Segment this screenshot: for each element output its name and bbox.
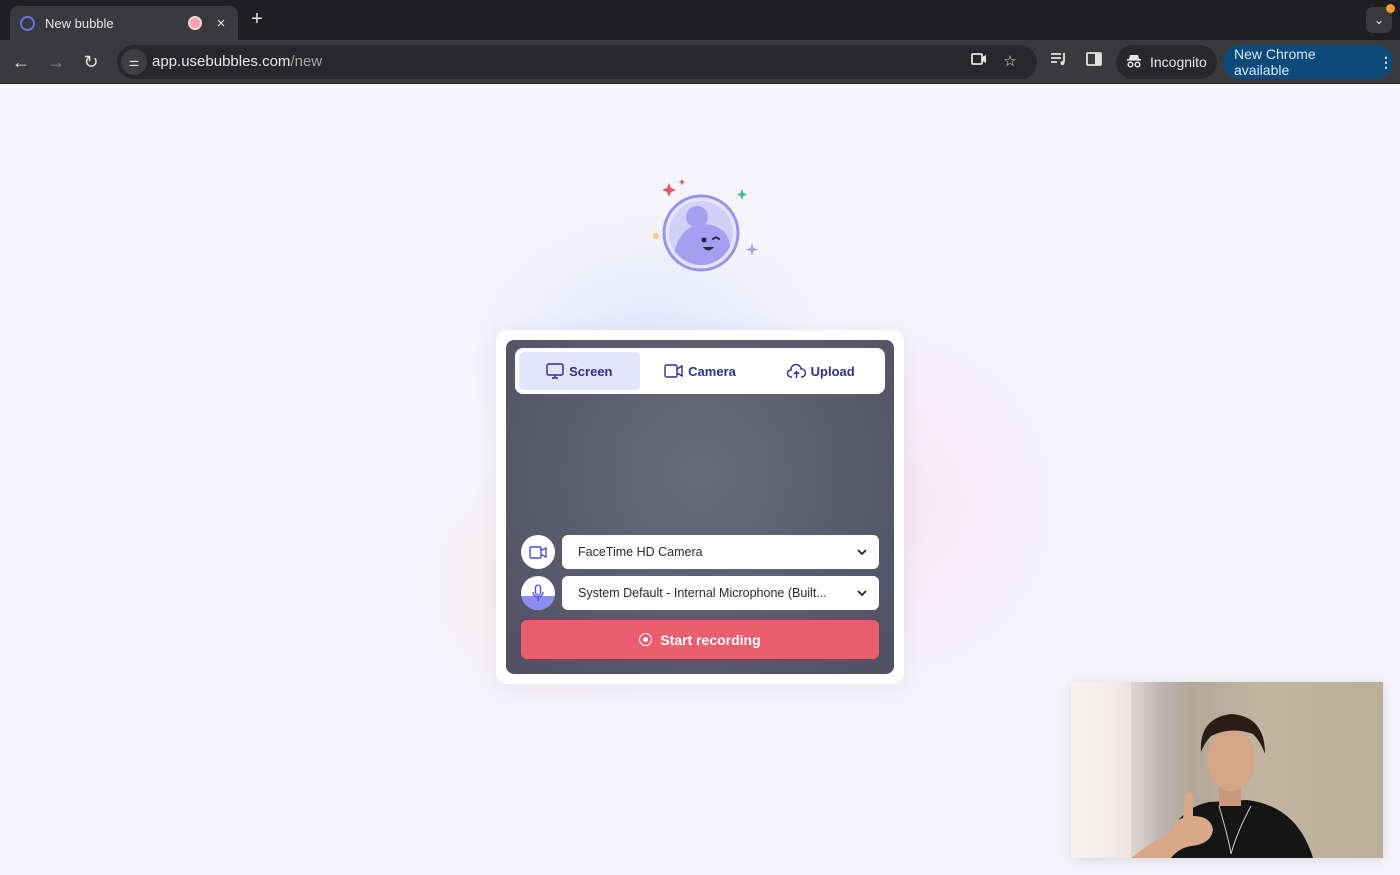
sparkle-icon	[746, 243, 758, 256]
monitor-icon	[546, 363, 564, 379]
incognito-label: Incognito	[1150, 54, 1207, 70]
chevron-down-icon	[857, 590, 867, 597]
update-label: New Chrome available	[1234, 46, 1316, 78]
video-camera-icon	[529, 545, 547, 559]
url-path: /new	[290, 53, 323, 70]
cloud-upload-icon	[786, 363, 806, 378]
start-recording-label: Start recording	[660, 631, 761, 648]
camera-select[interactable]: FaceTime HD Camera	[562, 535, 879, 569]
video-camera-icon	[664, 364, 683, 378]
dot-decoration	[653, 233, 659, 239]
microphone-icon	[532, 584, 544, 601]
side-panel-icon[interactable]	[1084, 52, 1104, 72]
start-recording-button[interactable]: Start recording	[521, 620, 879, 659]
more-menu-icon: ⋮	[1379, 53, 1393, 70]
recorder-card: Screen Camera Upload FaceTime HD Camera	[496, 330, 904, 684]
camera-in-use-icon[interactable]	[969, 52, 989, 72]
forward-button[interactable]: →	[44, 50, 68, 74]
webcam-person-image	[1071, 682, 1313, 858]
tab-camera[interactable]: Camera	[640, 352, 761, 390]
chevron-down-icon	[857, 549, 867, 556]
reload-button[interactable]: ↻	[79, 50, 103, 74]
media-controls-icon[interactable]	[1049, 52, 1069, 72]
url-text[interactable]: app.usebubbles.com/new	[152, 53, 322, 70]
bookmark-star-icon[interactable]: ☆	[1000, 52, 1020, 72]
browser-tab-strip: New bubble × + ⌄	[0, 0, 1400, 40]
microphone-toggle-button[interactable]	[521, 576, 555, 610]
tab-screen[interactable]: Screen	[519, 352, 640, 390]
incognito-indicator[interactable]: Incognito	[1116, 45, 1217, 79]
microphone-select-value: System Default - Internal Microphone (Bu…	[578, 586, 827, 600]
tab-title: New bubble	[45, 15, 114, 31]
sparkle-icon	[662, 183, 676, 197]
microphone-row: System Default - Internal Microphone (Bu…	[521, 576, 879, 610]
recording-indicator-icon	[188, 16, 202, 30]
address-bar[interactable]: ⚌ app.usebubbles.com/new ☆	[117, 45, 1037, 79]
site-info-icon[interactable]: ⚌	[121, 49, 147, 75]
bubbles-mascot-illustration	[653, 179, 758, 272]
new-tab-button[interactable]: +	[247, 8, 267, 30]
page-content: Screen Camera Upload FaceTime HD Camera	[0, 84, 1400, 875]
tab-screen-label: Screen	[569, 363, 613, 379]
back-button[interactable]: ←	[9, 50, 33, 74]
camera-row: FaceTime HD Camera	[521, 535, 879, 569]
tab-upload-label: Upload	[810, 363, 855, 379]
incognito-icon	[1126, 54, 1142, 71]
sparkle-icon	[737, 189, 747, 200]
sparkle-icon	[679, 179, 685, 185]
close-tab-icon[interactable]: ×	[212, 15, 230, 32]
chevron-down-icon: ⌄	[1373, 13, 1385, 27]
browser-toolbar: ← → ↻ ⚌ app.usebubbles.com/new ☆ Incogni…	[0, 40, 1400, 84]
microphone-select[interactable]: System Default - Internal Microphone (Bu…	[562, 576, 879, 610]
camera-toggle-button[interactable]	[521, 535, 555, 569]
new-chrome-available-button[interactable]: New Chrome available ⋮	[1223, 45, 1393, 79]
webcam-preview[interactable]	[1071, 682, 1383, 858]
camera-select-value: FaceTime HD Camera	[578, 545, 703, 559]
bubbles-favicon-icon	[20, 15, 35, 31]
url-host: app.usebubbles.com	[152, 53, 291, 70]
mode-tabs: Screen Camera Upload	[515, 348, 885, 394]
recording-preview: Screen Camera Upload FaceTime HD Camera	[506, 340, 894, 674]
record-icon	[639, 633, 653, 646]
notification-dot	[1386, 4, 1395, 13]
tab-upload[interactable]: Upload	[760, 352, 881, 390]
browser-tab[interactable]: New bubble ×	[10, 6, 238, 40]
tab-camera-label: Camera	[688, 363, 736, 379]
